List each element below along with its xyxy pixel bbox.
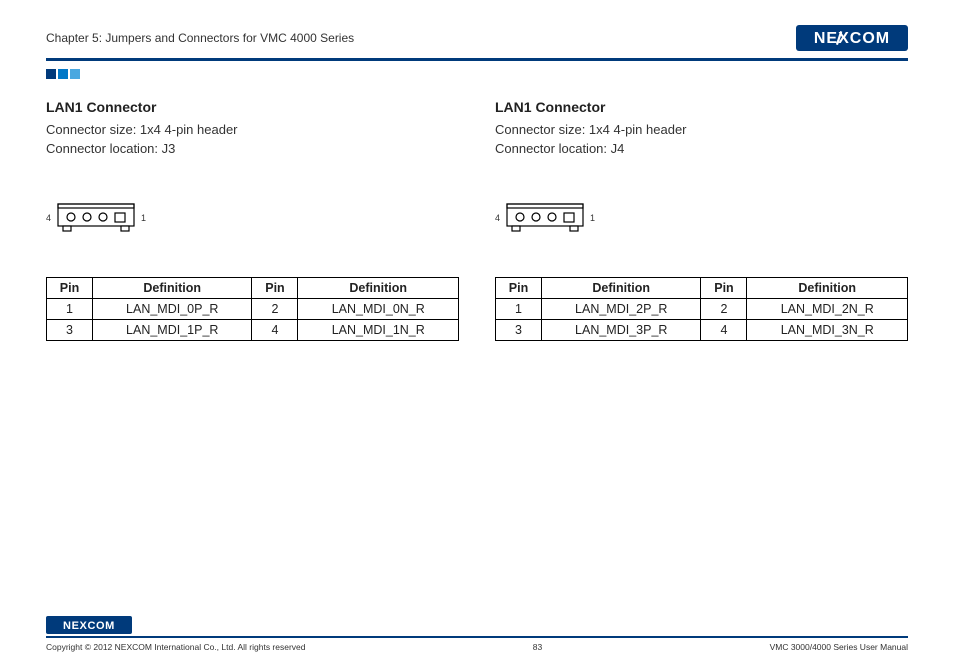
connector-diagram: 4 1	[495, 203, 908, 233]
connector-size: Connector size: 1x4 4-pin header	[495, 121, 908, 140]
chapter-title: Chapter 5: Jumpers and Connectors for VM…	[46, 31, 354, 45]
table-header: Definition	[298, 277, 459, 298]
doc-title: VMC 3000/4000 Series User Manual	[770, 642, 908, 652]
table-cell: 3	[496, 319, 542, 340]
table-cell: 2	[701, 298, 747, 319]
table-header: Pin	[47, 277, 93, 298]
table-header: Pin	[701, 277, 747, 298]
main-content: LAN1 Connector Connector size: 1x4 4-pin…	[46, 99, 908, 341]
connector-location: Connector location: J4	[495, 140, 908, 159]
connector-icon	[506, 203, 584, 233]
decoration-squares	[46, 69, 908, 79]
table-cell: 4	[701, 319, 747, 340]
table-header: Pin	[496, 277, 542, 298]
table-row: 3 LAN_MDI_1P_R 4 LAN_MDI_1N_R	[47, 319, 459, 340]
table-cell: 3	[47, 319, 93, 340]
pin-label-left: 4	[495, 213, 500, 223]
page-number: 83	[533, 642, 542, 652]
table-header: Definition	[542, 277, 701, 298]
brand-logo: NEXCOM	[796, 25, 908, 51]
table-row: 1 LAN_MDI_2P_R 2 LAN_MDI_2N_R	[496, 298, 908, 319]
table-row: 3 LAN_MDI_3P_R 4 LAN_MDI_3N_R	[496, 319, 908, 340]
square-icon	[70, 69, 80, 79]
table-cell: LAN_MDI_1N_R	[298, 319, 459, 340]
pin-definition-table: Pin Definition Pin Definition 1 LAN_MDI_…	[495, 277, 908, 341]
square-icon	[46, 69, 56, 79]
nexcom-logo-icon: NEXCOM	[46, 616, 132, 634]
table-row: 1 LAN_MDI_0P_R 2 LAN_MDI_0N_R	[47, 298, 459, 319]
table-cell: LAN_MDI_1P_R	[93, 319, 252, 340]
nexcom-logo-icon: NEXCOM	[796, 25, 908, 51]
table-cell: 2	[252, 298, 298, 319]
table-header-row: Pin Definition Pin Definition	[47, 277, 459, 298]
connector-icon	[57, 203, 135, 233]
table-cell: 4	[252, 319, 298, 340]
page-header: Chapter 5: Jumpers and Connectors for VM…	[46, 24, 908, 52]
connector-location: Connector location: J3	[46, 140, 459, 159]
table-cell: 1	[47, 298, 93, 319]
svg-text:NEXCOM: NEXCOM	[63, 620, 115, 632]
connector-diagram: 4 1	[46, 203, 459, 233]
left-column: LAN1 Connector Connector size: 1x4 4-pin…	[46, 99, 459, 341]
table-cell: 1	[496, 298, 542, 319]
section-title: LAN1 Connector	[495, 99, 908, 115]
table-cell: LAN_MDI_3P_R	[542, 319, 701, 340]
table-cell: LAN_MDI_2N_R	[747, 298, 908, 319]
page-footer: NEXCOM Copyright © 2012 NEXCOM Internati…	[46, 616, 908, 652]
copyright-text: Copyright © 2012 NEXCOM International Co…	[46, 642, 306, 652]
header-divider	[46, 58, 908, 61]
pin-definition-table: Pin Definition Pin Definition 1 LAN_MDI_…	[46, 277, 459, 341]
pin-label-right: 1	[141, 213, 146, 223]
footer-divider	[46, 636, 908, 638]
table-header: Pin	[252, 277, 298, 298]
square-icon	[58, 69, 68, 79]
table-cell: LAN_MDI_3N_R	[747, 319, 908, 340]
table-cell: LAN_MDI_2P_R	[542, 298, 701, 319]
table-cell: LAN_MDI_0N_R	[298, 298, 459, 319]
table-header: Definition	[747, 277, 908, 298]
table-header: Definition	[93, 277, 252, 298]
svg-text:NEXCOM: NEXCOM	[814, 30, 890, 47]
section-title: LAN1 Connector	[46, 99, 459, 115]
footer-text-row: Copyright © 2012 NEXCOM International Co…	[46, 642, 908, 652]
right-column: LAN1 Connector Connector size: 1x4 4-pin…	[495, 99, 908, 341]
pin-label-left: 4	[46, 213, 51, 223]
table-header-row: Pin Definition Pin Definition	[496, 277, 908, 298]
table-cell: LAN_MDI_0P_R	[93, 298, 252, 319]
connector-size: Connector size: 1x4 4-pin header	[46, 121, 459, 140]
footer-logo-row: NEXCOM	[46, 616, 908, 634]
pin-label-right: 1	[590, 213, 595, 223]
